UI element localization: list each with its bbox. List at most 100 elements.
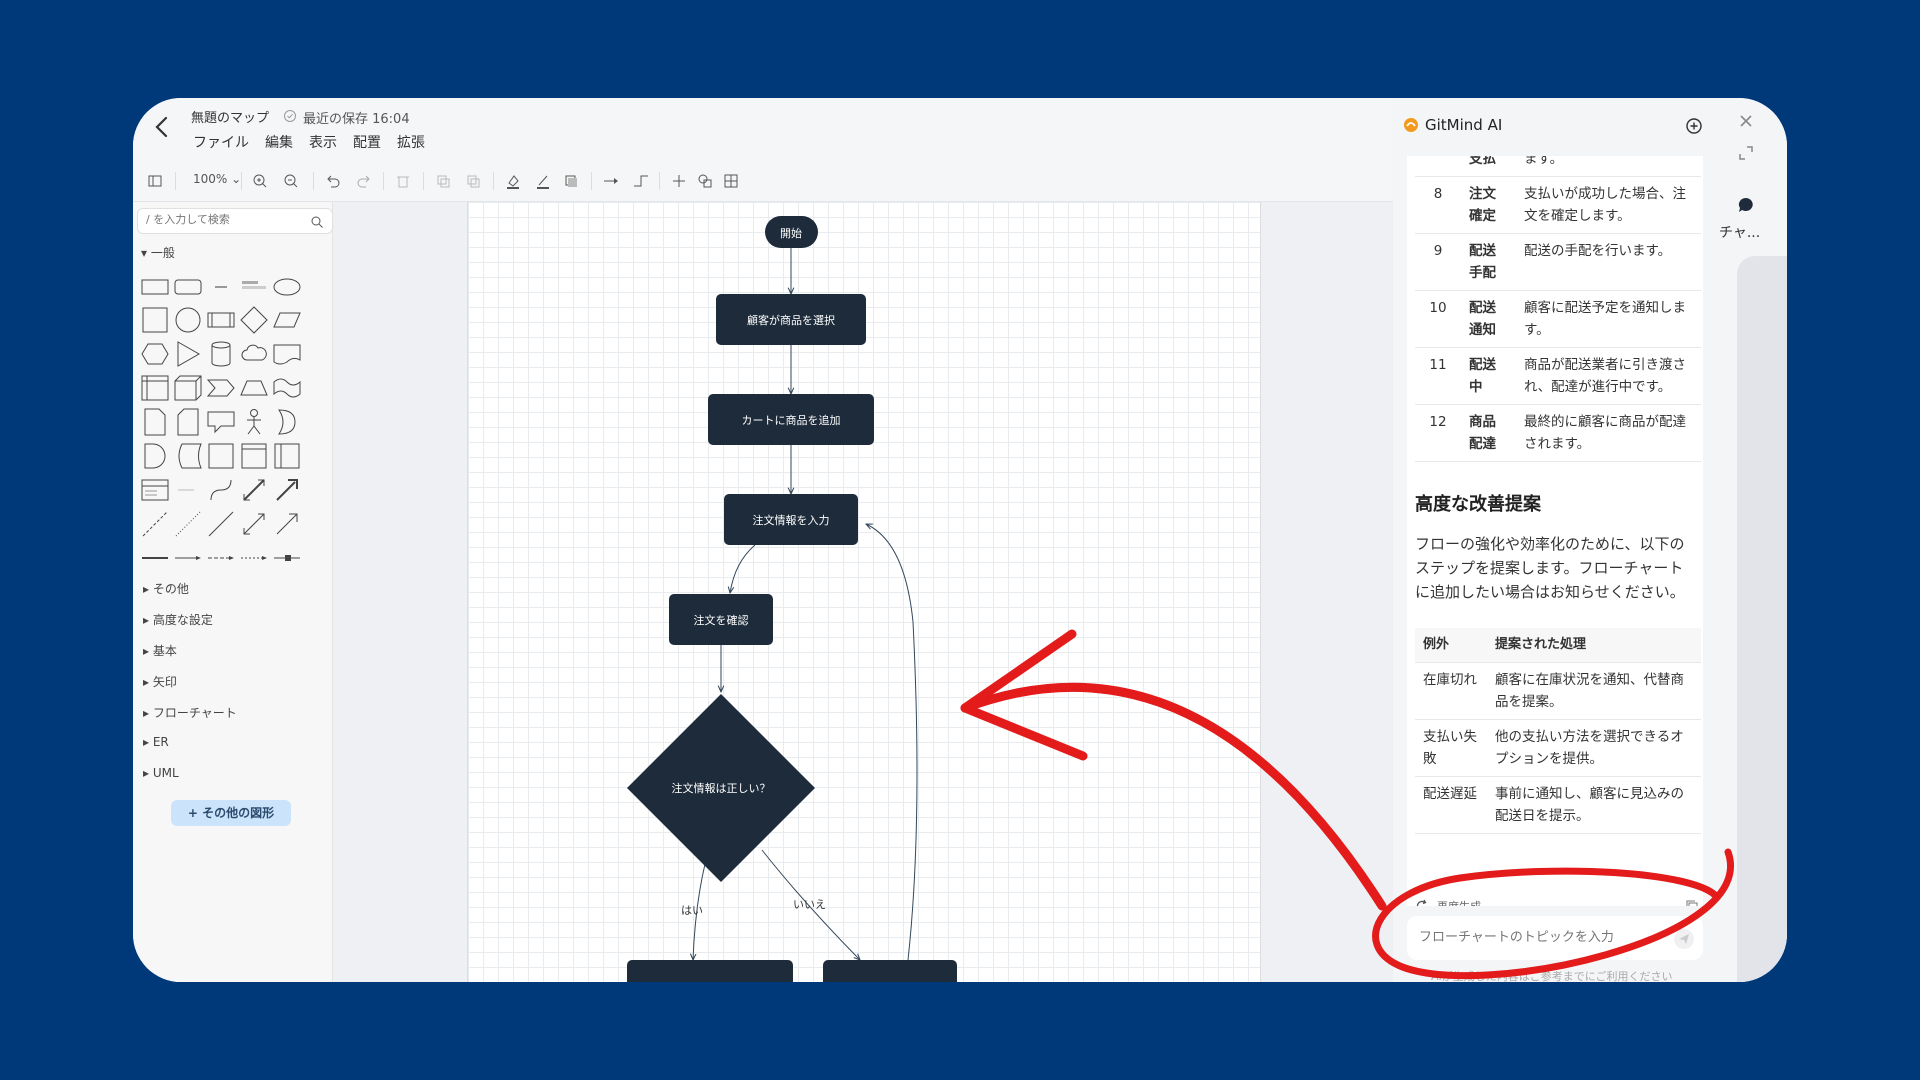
shape-search-input[interactable]	[146, 213, 306, 226]
sidebar-toggle-icon[interactable]	[145, 171, 165, 191]
insert-shape-icon[interactable]	[695, 171, 715, 191]
cloud-shape[interactable]	[240, 340, 268, 368]
diamond-shape[interactable]	[240, 306, 268, 334]
callout-shape[interactable]	[207, 408, 235, 436]
redo-icon[interactable]	[354, 171, 374, 191]
bidirectional-arrow-shape[interactable]	[240, 476, 268, 504]
process-shape[interactable]	[207, 306, 235, 334]
flow-node-decision[interactable]: 注文情報は正しい？	[627, 694, 815, 882]
step-shape[interactable]	[206, 374, 235, 402]
ellipse-shape[interactable]	[273, 272, 301, 300]
delay-shape[interactable]	[141, 442, 169, 470]
flow-node-confirm-order[interactable]: 注文を確認	[669, 594, 773, 645]
shadow-icon[interactable]	[561, 171, 581, 191]
menu-arrange[interactable]: 配置	[353, 132, 381, 152]
send-back-icon[interactable]	[463, 171, 483, 191]
chat-tab-label[interactable]: チャ...	[1719, 222, 1760, 242]
triangle-shape[interactable]	[174, 340, 202, 368]
line-color-icon[interactable]	[533, 171, 553, 191]
tape-shape[interactable]	[273, 374, 301, 402]
panel-shape[interactable]	[273, 442, 301, 470]
flow-node-select-product[interactable]: 顧客が商品を選択	[716, 294, 866, 345]
category-uml[interactable]: ▸ UML	[143, 766, 179, 780]
trapezoid-shape[interactable]	[240, 374, 268, 402]
rectangle-shape[interactable]	[141, 272, 169, 300]
new-chat-icon[interactable]	[1685, 117, 1703, 135]
internal-storage-shape[interactable]	[141, 374, 169, 402]
shape-search[interactable]	[137, 208, 333, 234]
arrow-line-shape[interactable]	[273, 510, 301, 538]
regenerate-button[interactable]: 再度生成	[1415, 898, 1481, 906]
double-arrow-line-shape[interactable]	[240, 510, 268, 538]
document-title[interactable]: 無題のマップ	[191, 107, 269, 126]
container-shape[interactable]	[207, 442, 235, 470]
canvas[interactable]: 開始 顧客が商品を選択 カートに商品を追加 注文情報を入力 注文を確認 注文情報…	[333, 202, 1393, 982]
table-icon[interactable]	[721, 171, 741, 191]
card-shape[interactable]	[174, 408, 202, 436]
menu-extensions[interactable]: 拡張	[397, 132, 425, 152]
topic-input[interactable]	[1419, 930, 1659, 945]
category-other[interactable]: ▸ その他	[143, 580, 189, 597]
cube-shape[interactable]	[174, 374, 202, 402]
expand-icon[interactable]	[1737, 144, 1755, 162]
search-icon[interactable]	[310, 214, 324, 228]
category-flowchart[interactable]: ▸ フローチャート	[143, 704, 237, 721]
insert-plus-icon[interactable]	[669, 171, 689, 191]
undo-icon[interactable]	[323, 171, 343, 191]
flow-node-next-left[interactable]	[627, 960, 793, 982]
copy-icon[interactable]	[1685, 898, 1699, 906]
delete-icon[interactable]	[393, 171, 413, 191]
square-shape[interactable]	[141, 306, 169, 334]
menu-file[interactable]: ファイル	[193, 132, 249, 152]
category-er[interactable]: ▸ ER	[143, 735, 169, 749]
hexagon-shape[interactable]	[141, 340, 169, 368]
dashed-connector-shape[interactable]	[207, 544, 235, 572]
fill-color-icon[interactable]	[503, 171, 523, 191]
flow-edge[interactable]	[730, 544, 756, 593]
dotted-line-shape[interactable]	[174, 510, 202, 538]
actor-shape[interactable]	[240, 408, 268, 436]
zoom-select[interactable]: 100% ⌄	[193, 172, 241, 186]
dashed-line-shape[interactable]	[141, 510, 169, 538]
category-advanced[interactable]: ▸ 高度な設定	[143, 611, 213, 628]
close-icon[interactable]	[1737, 112, 1755, 130]
or-shape[interactable]	[273, 408, 301, 436]
list-item-shape[interactable]	[174, 476, 202, 504]
circle-shape[interactable]	[174, 306, 202, 334]
back-icon[interactable]	[147, 112, 177, 142]
chat-icon[interactable]	[1737, 196, 1755, 214]
flow-edge-loop[interactable]	[866, 524, 918, 961]
list-shape[interactable]	[141, 476, 169, 504]
category-general[interactable]: ▾ 一般	[141, 244, 175, 261]
text-shape[interactable]	[207, 272, 235, 300]
flow-node-add-to-cart[interactable]: カートに商品を追加	[708, 394, 874, 445]
flow-node-start[interactable]: 開始	[765, 216, 818, 248]
dotted-connector-shape[interactable]	[240, 544, 268, 572]
document-shape[interactable]	[273, 340, 301, 368]
menu-view[interactable]: 表示	[309, 132, 337, 152]
note-shape[interactable]	[141, 408, 169, 436]
flow-node-next-right[interactable]	[823, 960, 957, 982]
more-shapes-button[interactable]: + その他の図形	[171, 800, 291, 826]
topic-input-box[interactable]	[1407, 916, 1703, 960]
menu-edit[interactable]: 編集	[265, 132, 293, 152]
parallelogram-shape[interactable]	[273, 306, 301, 334]
link-connector-shape[interactable]	[273, 544, 301, 572]
zoom-in-icon[interactable]	[250, 171, 270, 191]
cylinder-shape[interactable]	[207, 340, 235, 368]
category-basic[interactable]: ▸ 基本	[143, 642, 177, 659]
block-arrow-shape[interactable]	[273, 476, 301, 504]
thick-line-shape[interactable]	[141, 544, 169, 572]
curve-shape[interactable]	[207, 476, 235, 504]
heading-shape[interactable]	[240, 272, 268, 300]
line-shape[interactable]	[207, 510, 235, 538]
waypoint-icon[interactable]	[631, 171, 651, 191]
flow-node-enter-order[interactable]: 注文情報を入力	[724, 494, 858, 545]
frame-shape[interactable]	[240, 442, 268, 470]
connector-icon[interactable]	[601, 171, 621, 191]
category-arrows[interactable]: ▸ 矢印	[143, 673, 177, 690]
arrow-connector-shape[interactable]	[174, 544, 202, 572]
bring-front-icon[interactable]	[433, 171, 453, 191]
send-icon[interactable]	[1673, 928, 1695, 950]
zoom-out-icon[interactable]	[281, 171, 301, 191]
